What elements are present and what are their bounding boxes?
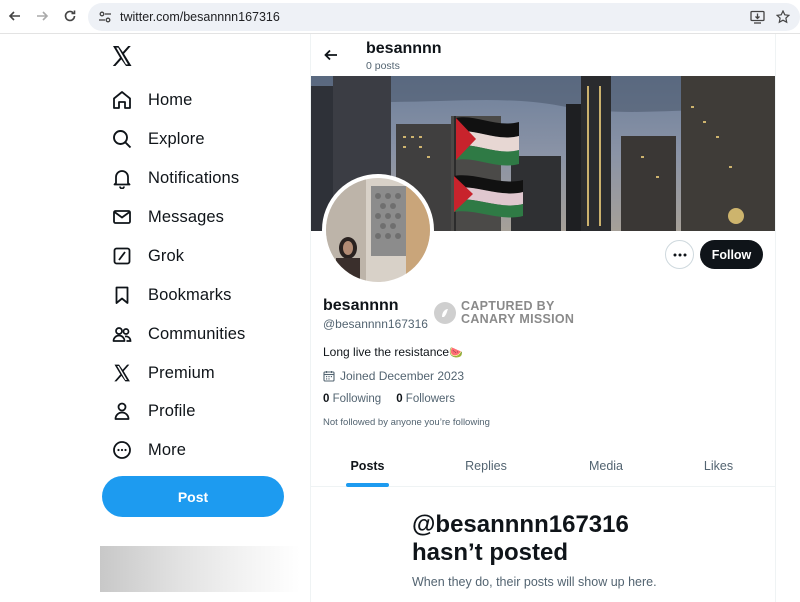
sidebar-item-label: Premium (148, 363, 215, 382)
url-text: twitter.com/besannnn167316 (120, 10, 280, 24)
following-count: 0 (323, 393, 330, 405)
sidebar-item-notifications[interactable]: Notifications (110, 163, 239, 193)
canary-logo-icon (434, 302, 456, 324)
profile-avatar[interactable] (322, 174, 434, 286)
bookmark-icon (110, 283, 134, 307)
address-bar[interactable]: twitter.com/besannnn167316 (88, 3, 800, 31)
followers-label: Followers (405, 393, 456, 405)
not-followed-note: Not followed by anyone you’re following (323, 417, 490, 428)
joined-text: Joined December 2023 (340, 369, 465, 383)
follow-stats: 0 Following 0 Followers (323, 393, 455, 405)
sidebar-item-explore[interactable]: Explore (110, 124, 205, 154)
sidebar-item-label: Bookmarks (148, 285, 232, 304)
sidebar-item-label: Profile (148, 401, 196, 420)
bio-text: Long live the resistance (323, 345, 450, 359)
sidebar-item-more[interactable]: More (110, 435, 186, 465)
bookmark-star-icon[interactable] (775, 9, 791, 29)
sidebar-item-label: Messages (148, 207, 225, 226)
tab-replies[interactable]: Replies (431, 445, 541, 487)
profile-bio: Long live the resistance🍉 (323, 345, 463, 359)
x-logo-icon[interactable] (110, 44, 136, 70)
home-icon (110, 88, 134, 112)
followers-count: 0 (396, 393, 403, 405)
ellipsis-icon (673, 253, 686, 256)
empty-state-title: @besannnn167316 hasn’t posted (412, 511, 629, 567)
sidebar-item-grok[interactable]: Grok (110, 241, 184, 271)
reload-icon[interactable] (60, 6, 80, 26)
site-settings-icon[interactable] (98, 10, 112, 29)
tab-likes[interactable]: Likes (666, 445, 771, 487)
sidebar-item-label: Communities (148, 324, 246, 343)
mail-icon (110, 205, 134, 229)
header-post-count: 0 posts (366, 60, 400, 72)
profile-handle: @besannnn167316 (323, 317, 428, 331)
grok-icon (110, 244, 134, 268)
search-icon (110, 127, 134, 151)
install-app-icon[interactable] (750, 10, 765, 29)
sidebar-item-communities[interactable]: Communities (110, 319, 245, 349)
more-options-button[interactable] (665, 240, 694, 269)
following-link[interactable]: 0 Following (323, 393, 381, 405)
account-switcher[interactable] (100, 546, 300, 592)
watermark-stamp: CAPTURED BY CANARY MISSION (434, 300, 574, 326)
followers-link[interactable]: 0 Followers (396, 393, 455, 405)
sidebar-item-label: Home (148, 90, 193, 109)
post-button[interactable]: Post (102, 476, 284, 517)
person-icon (110, 399, 134, 423)
sidebar-item-label: Explore (148, 129, 205, 148)
x-logo-icon (110, 361, 134, 385)
active-tab-indicator (346, 483, 389, 487)
bell-icon (110, 166, 134, 190)
browser-toolbar: twitter.com/besannnn167316 (0, 0, 800, 34)
calendar-icon (323, 370, 335, 382)
more-circle-icon (110, 438, 134, 462)
empty-state-subtitle: When they do, their posts will show up h… (412, 575, 657, 589)
sidebar-item-home[interactable]: Home (110, 85, 192, 115)
back-arrow-icon[interactable] (322, 46, 340, 69)
header-name: besannnn (366, 40, 442, 57)
forward-icon[interactable] (32, 6, 52, 26)
back-icon[interactable] (5, 6, 25, 26)
tab-posts[interactable]: Posts (311, 445, 424, 487)
communities-icon (110, 322, 134, 346)
sidebar-item-label: Notifications (148, 168, 240, 187)
sidebar-item-label: Grok (148, 246, 185, 265)
following-label: Following (332, 393, 382, 405)
profile-tabs: Posts Replies Media Likes (311, 445, 775, 487)
stamp-line2: CANARY MISSION (461, 312, 575, 326)
sidebar-item-bookmarks[interactable]: Bookmarks (110, 280, 231, 310)
watermelon-emoji: 🍉 (449, 347, 463, 359)
empty-title-line1: @besannnn167316 (412, 511, 629, 538)
sidebar-item-profile[interactable]: Profile (110, 396, 195, 426)
sidebar-item-messages[interactable]: Messages (110, 202, 224, 232)
stamp-line1: CAPTURED BY (461, 299, 555, 313)
joined-date: Joined December 2023 (323, 369, 464, 383)
empty-title-line2: hasn’t posted (412, 539, 569, 566)
sidebar-item-premium[interactable]: Premium (110, 358, 215, 388)
tab-media[interactable]: Media (551, 445, 661, 487)
sidebar-item-label: More (148, 440, 186, 459)
profile-name: besannnn (323, 297, 399, 314)
follow-button[interactable]: Follow (700, 240, 763, 269)
